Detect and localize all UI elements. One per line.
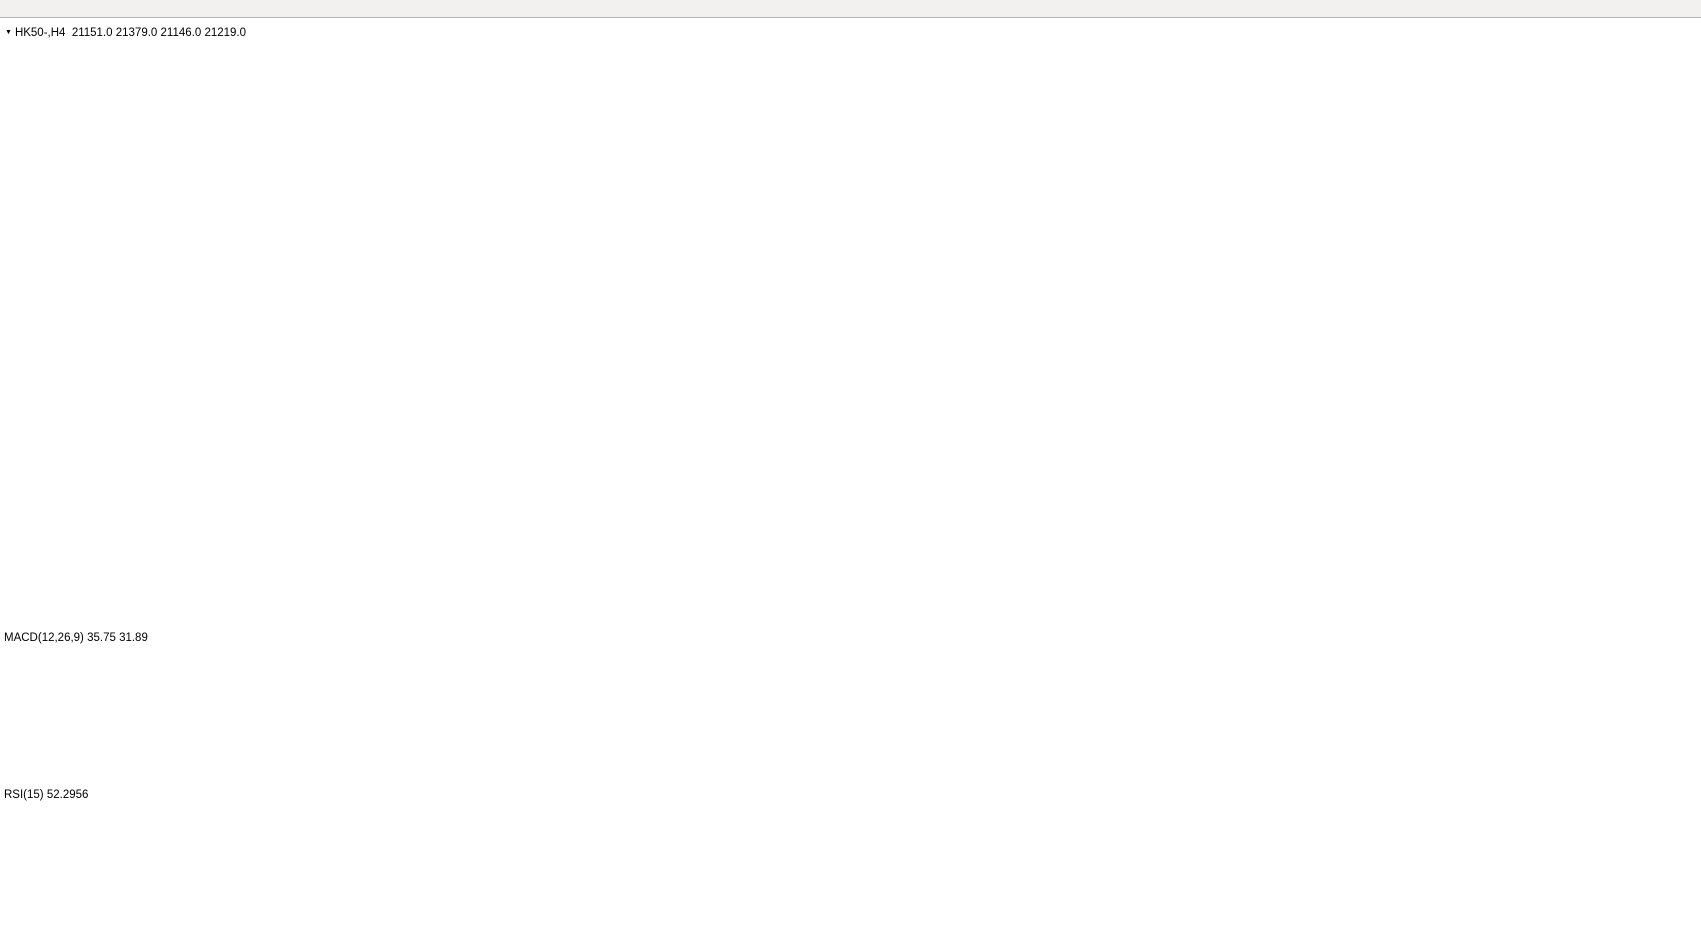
symbol-period: HK50-,H4 [15,27,66,39]
chart-title: ▼HK50-,H4 21151.0 21379.0 21146.0 21219.… [5,27,246,39]
chart-canvas[interactable] [0,18,1701,945]
macd-name: MACD(12,26,9) [4,632,84,644]
rsi-indicator-label: RSI(15) 52.2956 [4,789,88,801]
rsi-value: 52.2956 [47,789,89,801]
main-toolbar [0,0,1701,18]
macd-values: 35.75 31.89 [87,632,148,644]
ohlc-close: 21219.0 [204,27,246,39]
rsi-name: RSI(15) [4,789,44,801]
ohlc-high: 21379.0 [116,27,158,39]
macd-indicator-label: MACD(12,26,9) 35.75 31.89 [4,632,148,644]
ohlc-open: 21151.0 [72,27,113,39]
symbol-dropdown-icon[interactable]: ▼ [5,29,12,36]
ohlc-low: 21146.0 [161,27,202,39]
